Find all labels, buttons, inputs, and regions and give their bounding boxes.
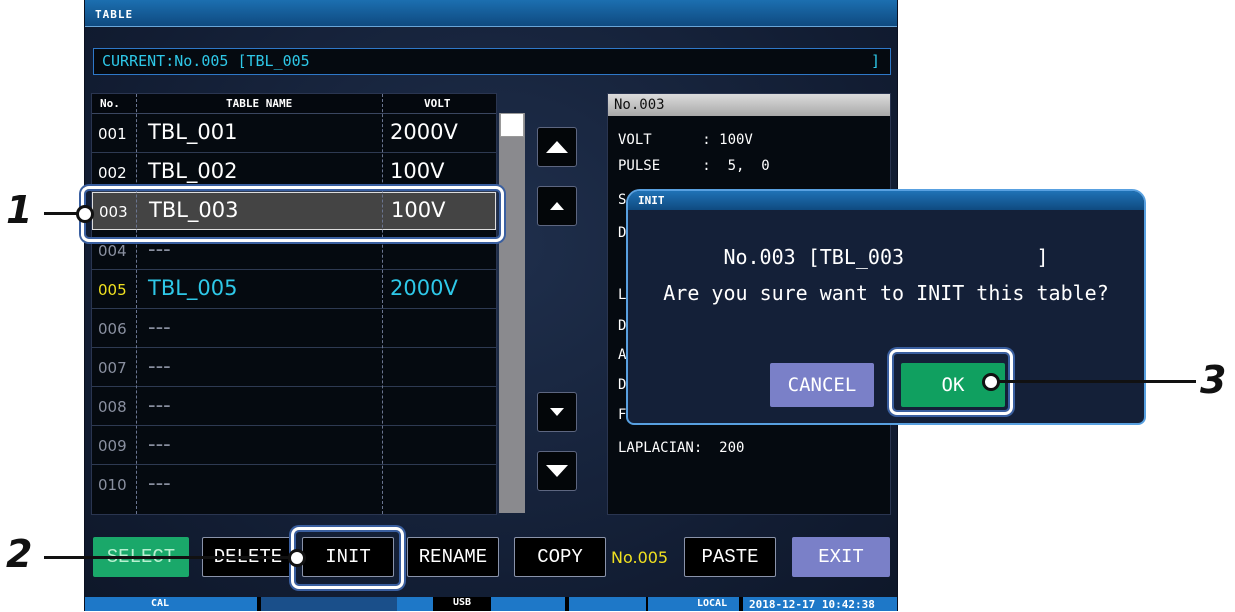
- current-table-bar: CURRENT:No.005 [TBL_005 ]: [93, 48, 891, 75]
- triangle-up-icon: [546, 141, 568, 153]
- table-row[interactable]: 006 ---: [92, 309, 496, 348]
- row-name: ---: [148, 471, 171, 495]
- line-up-button[interactable]: [537, 186, 577, 226]
- current-table-text: CURRENT:No.005 [TBL_005: [102, 52, 310, 70]
- table-row[interactable]: 008 ---: [92, 387, 496, 426]
- current-table-end: ]: [870, 52, 880, 70]
- callout-dot-2: [288, 549, 306, 567]
- table-list: No. TABLE NAME VOLT 001 TBL_001 2000V 00…: [91, 93, 497, 515]
- copy-button[interactable]: COPY: [514, 537, 606, 577]
- status-usb-text: USB: [452, 597, 472, 608]
- column-divider: [136, 94, 137, 514]
- dialog-title: INIT: [638, 194, 665, 207]
- row-no: 009: [98, 437, 127, 455]
- callout-highlight-row: [81, 186, 504, 242]
- row-volt: 2000V: [390, 276, 458, 300]
- column-divider: [382, 94, 383, 514]
- row-no: 005: [98, 281, 127, 299]
- callout-highlight-init: [291, 527, 404, 589]
- table-row[interactable]: 010 ---: [92, 465, 496, 503]
- row-no: 002: [98, 164, 127, 182]
- callout-line-2: [44, 556, 296, 559]
- init-dialog: INIT No.003 [TBL_003 ] Are you sure want…: [626, 189, 1146, 425]
- detail-header: No.003: [608, 94, 890, 116]
- line-down-button[interactable]: [537, 392, 577, 432]
- status-datetime: 2018-12-17 10:42:38: [749, 598, 875, 611]
- table-row[interactable]: 001 TBL_001 2000V: [92, 114, 496, 153]
- row-name: ---: [148, 354, 171, 378]
- window-titlebar: TABLE: [85, 0, 897, 27]
- row-name: ---: [148, 393, 171, 417]
- row-no: 008: [98, 398, 127, 416]
- callout-line-3: [990, 380, 1196, 383]
- callout-dot-3: [982, 373, 1000, 391]
- callout-number-1: 1: [6, 188, 33, 232]
- status-divider: [646, 597, 648, 611]
- status-cal: CAL: [151, 598, 170, 609]
- callout-number-3: 3: [1200, 358, 1227, 402]
- table-row[interactable]: 007 ---: [92, 348, 496, 387]
- callout-dot-1: [76, 205, 94, 223]
- table-header: No. TABLE NAME VOLT: [92, 94, 496, 114]
- detail-header-text: No.003: [614, 97, 665, 113]
- status-bar: CAL USB LOCAL 2018-12-17 10:42:38: [85, 597, 897, 611]
- page-down-button[interactable]: [537, 451, 577, 491]
- callout-number-2: 2: [6, 532, 33, 576]
- list-scrollbar[interactable]: [499, 113, 525, 513]
- col-no-header: No.: [100, 97, 120, 110]
- row-no: 006: [98, 320, 127, 338]
- copy-source-no: No.005: [611, 548, 669, 567]
- row-no: 001: [98, 125, 127, 143]
- window-title: TABLE: [95, 8, 134, 21]
- page-up-button[interactable]: [537, 127, 577, 167]
- table-row-current[interactable]: 005 TBL_005 2000V: [92, 270, 496, 309]
- col-name-header: TABLE NAME: [226, 97, 293, 110]
- dialog-question: Are you sure want to INIT this table?: [663, 281, 1109, 305]
- row-name: TBL_005: [148, 276, 238, 300]
- row-name: ---: [148, 432, 171, 456]
- col-volt-header: VOLT: [424, 97, 451, 110]
- status-segment: [261, 597, 397, 611]
- paste-button[interactable]: PASTE: [684, 537, 776, 577]
- row-no: 007: [98, 359, 127, 377]
- dialog-titlebar: INIT: [628, 191, 1144, 210]
- detail-volt: VOLT : 100V: [618, 132, 753, 148]
- row-name: TBL_001: [148, 120, 238, 144]
- dialog-cancel-button[interactable]: CANCEL: [770, 363, 874, 407]
- detail-laplacian: LAPLACIAN: 200: [618, 440, 745, 456]
- row-no: 010: [98, 476, 127, 494]
- row-volt: 100V: [390, 159, 445, 183]
- triangle-up-small-icon: [550, 202, 564, 210]
- rename-button[interactable]: RENAME: [407, 537, 499, 577]
- row-name: TBL_002: [148, 159, 238, 183]
- row-name: ---: [148, 315, 171, 339]
- scrollbar-thumb[interactable]: [500, 113, 524, 137]
- status-divider: [739, 597, 743, 611]
- triangle-down-icon: [546, 465, 568, 477]
- detail-pulse: PULSE : 5, 0: [618, 158, 770, 174]
- dialog-table-name: No.003 [TBL_003 ]: [723, 245, 1049, 269]
- status-local: LOCAL: [697, 598, 728, 609]
- table-row[interactable]: 009 ---: [92, 426, 496, 465]
- status-usb: USB: [433, 597, 491, 611]
- triangle-down-small-icon: [550, 408, 564, 416]
- status-divider: [565, 597, 569, 611]
- device-screen: TABLE CURRENT:No.005 [TBL_005 ] No. TABL…: [84, 0, 1146, 611]
- exit-button[interactable]: EXIT: [792, 537, 890, 577]
- row-no: 004: [98, 242, 127, 260]
- row-volt: 2000V: [390, 120, 458, 144]
